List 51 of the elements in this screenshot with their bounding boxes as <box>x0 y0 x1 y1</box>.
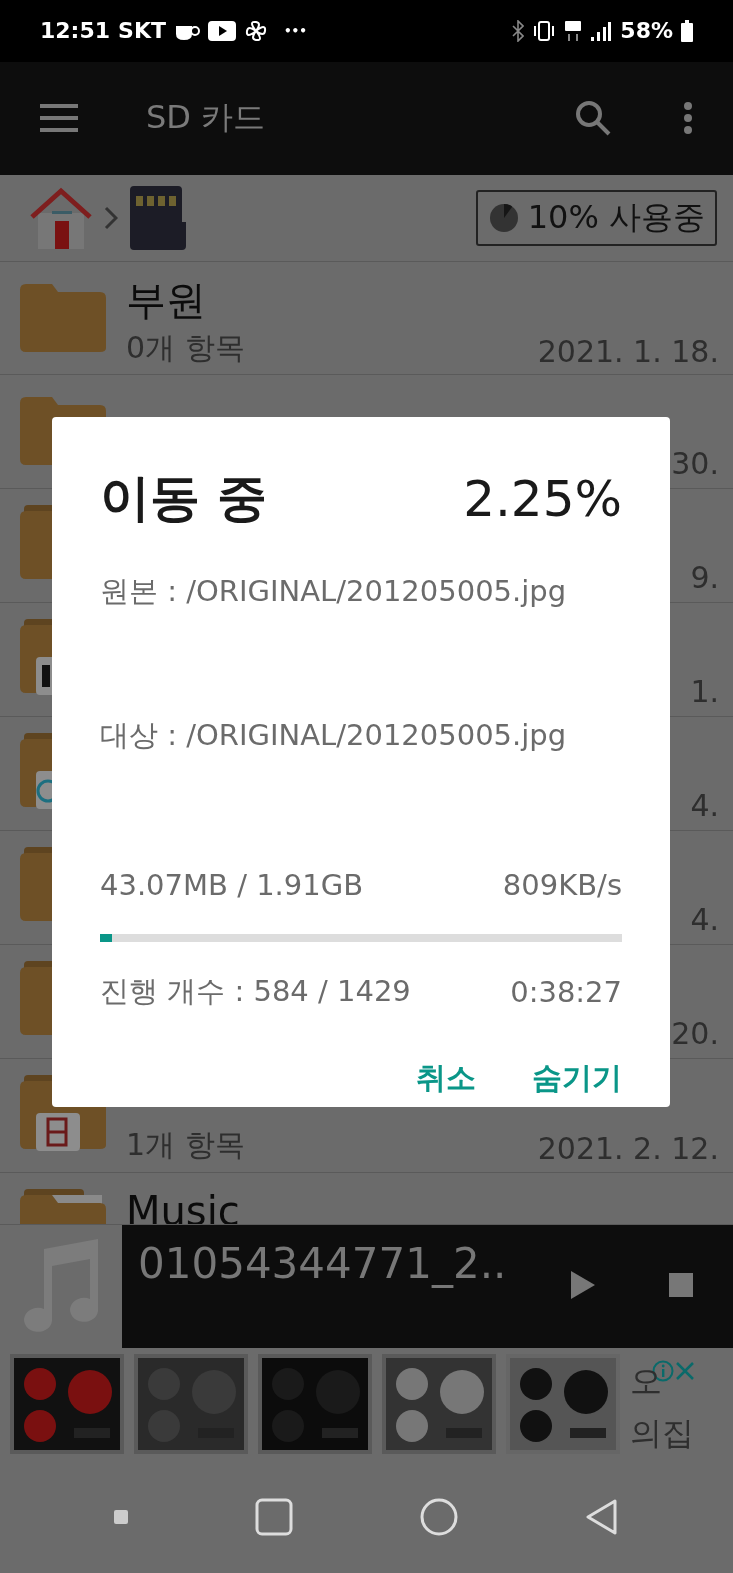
folder-name[interactable]: Music <box>126 1186 719 1225</box>
back-icon[interactable] <box>585 1497 620 1536</box>
item-count: 0개 항목 <box>126 328 245 367</box>
transferred-size: 43.07MB / 1.91GB <box>100 868 364 902</box>
home-button-icon[interactable] <box>420 1497 459 1536</box>
cancel-button[interactable]: 취소 <box>416 1058 476 1099</box>
source-path: 원본 : /ORIGINAL/201205005.jpg <box>100 573 568 610</box>
bluetooth-icon <box>512 19 525 42</box>
dialog-title: 이동 중 <box>100 468 268 529</box>
menu-icon[interactable] <box>40 104 78 133</box>
screen-title: SD 카드 <box>146 97 266 139</box>
storage-usage-badge[interactable]: 10% 사용중 <box>475 189 717 246</box>
clock: 12:51 <box>40 18 111 44</box>
target-path: 대상 : /ORIGINAL/201205005.jpg <box>100 717 568 754</box>
more-options-icon[interactable] <box>683 101 693 136</box>
vibrate-icon <box>532 19 557 42</box>
modified-date: 4. <box>690 788 719 824</box>
modified-date: 2021. 2. 12. <box>537 1130 719 1166</box>
file-count: 진행 개수 : 584 / 1429 <box>100 973 411 1010</box>
recent-apps-icon[interactable] <box>113 1509 128 1524</box>
battery-percent: 58% <box>620 18 673 44</box>
time-remaining: 0:38:27 <box>510 975 622 1009</box>
transfer-speed: 809KB/s <box>502 868 622 902</box>
play-icon[interactable] <box>571 1271 595 1300</box>
modified-date: 20. <box>671 1015 719 1051</box>
track-title: 01054344771_2.. <box>138 1239 508 1291</box>
modified-date: 9. <box>690 560 719 596</box>
sd-card-icon[interactable] <box>130 185 188 250</box>
search-icon[interactable] <box>575 100 611 137</box>
square-icon[interactable] <box>254 1497 293 1536</box>
home-icon[interactable] <box>30 186 92 249</box>
modified-date: 30. <box>671 446 719 482</box>
stop-icon[interactable] <box>669 1273 693 1298</box>
ad-text[interactable]: 오 <box>630 1355 694 1408</box>
video-play-icon <box>207 20 236 41</box>
hide-button[interactable]: 숨기기 <box>532 1058 622 1099</box>
folder-name[interactable]: 부원 <box>126 275 719 324</box>
pinwheel-icon <box>243 18 268 43</box>
lte-icon <box>564 19 583 42</box>
item-count: 1개 항목 <box>126 1125 245 1164</box>
more-notifications: ••• <box>283 23 307 38</box>
carrier-name: SKT <box>118 18 166 44</box>
progress-percent: 2.25% <box>463 469 622 528</box>
usage-text: 10% 사용중 <box>527 196 705 238</box>
modified-date: 4. <box>690 901 719 937</box>
chevron-right-icon <box>104 205 118 230</box>
modified-date: 1. <box>690 674 719 710</box>
modified-date: 2021. 1. 18. <box>537 333 719 369</box>
battery-icon <box>681 19 693 42</box>
signal-icon <box>590 19 613 42</box>
ad-text[interactable]: 의집 <box>630 1407 694 1460</box>
